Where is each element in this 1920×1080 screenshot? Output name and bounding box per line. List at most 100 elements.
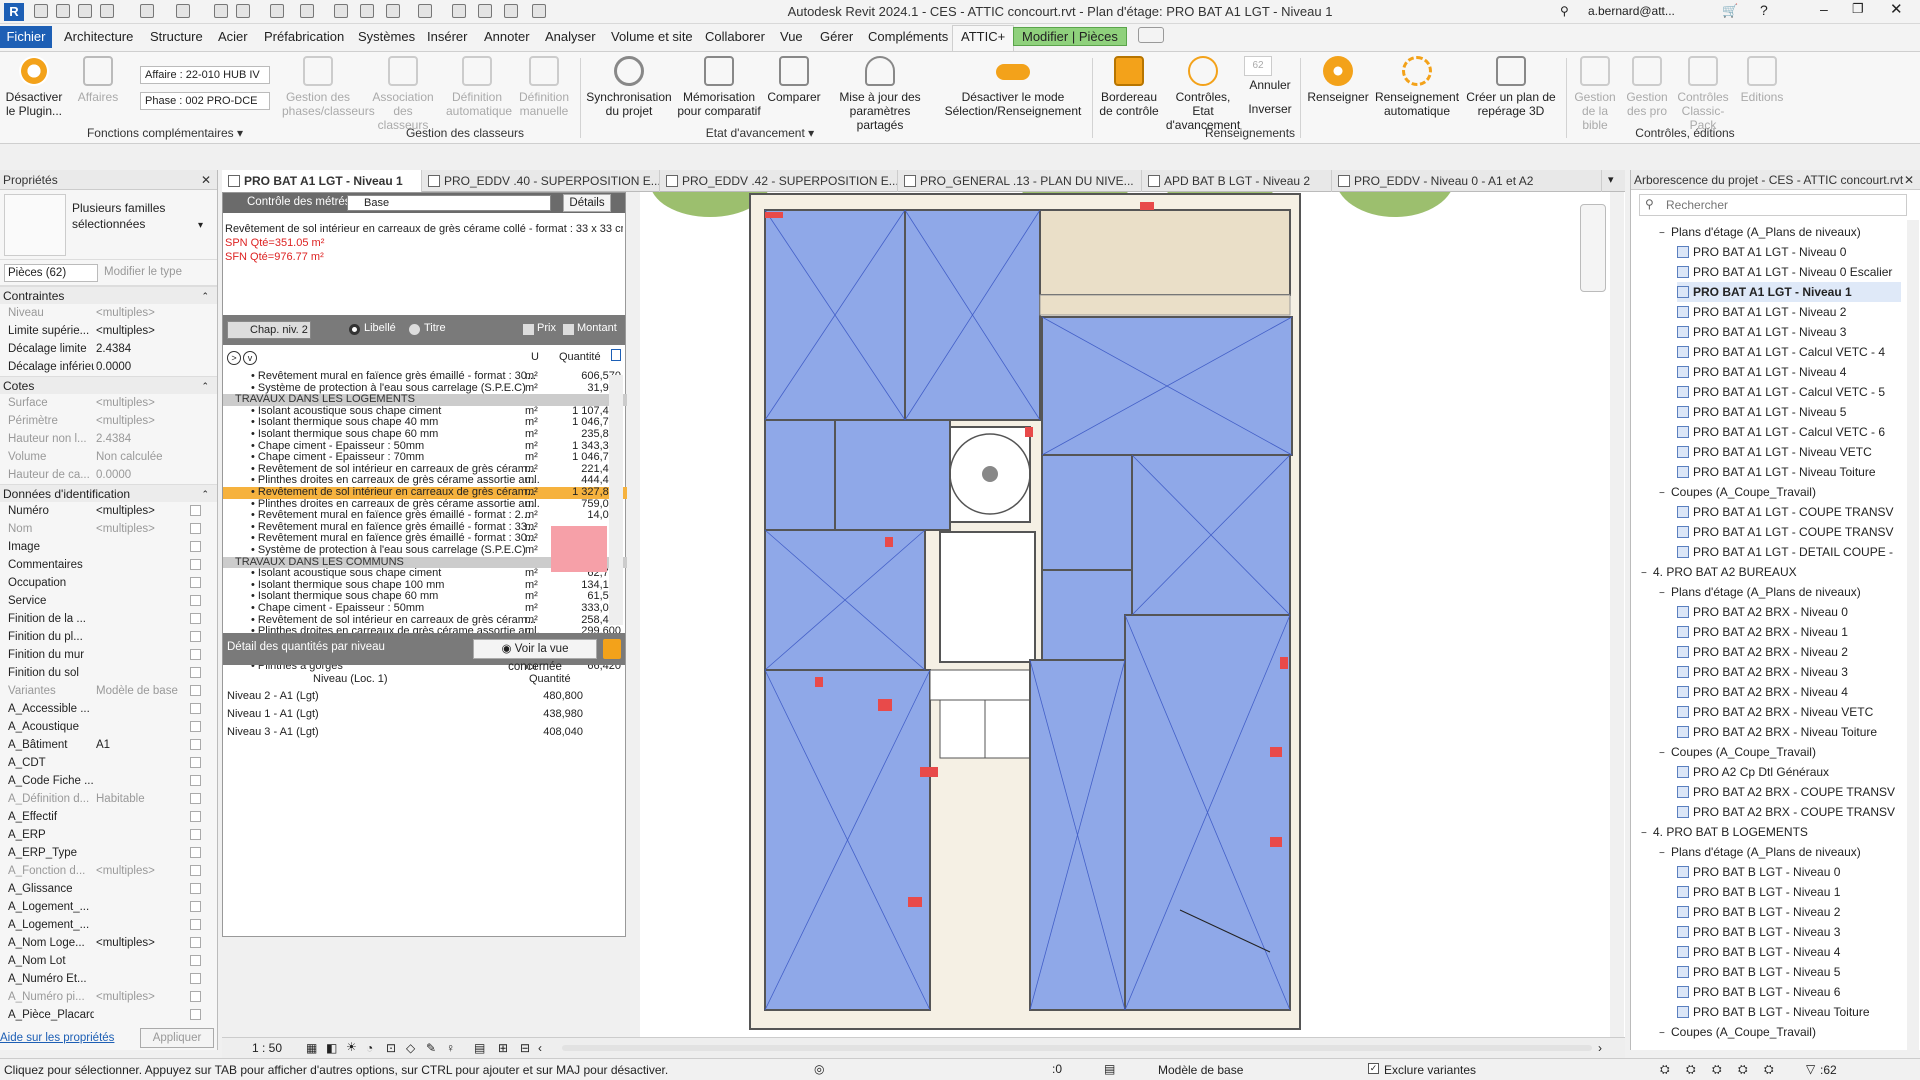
worksets-icon[interactable]: ◎ xyxy=(814,1062,824,1076)
property-row[interactable]: A_ERP_Type xyxy=(0,844,217,862)
property-checkbox[interactable] xyxy=(190,595,201,606)
table-row[interactable]: • Revêtement de sol intérieur en carreau… xyxy=(223,614,627,627)
property-checkbox[interactable] xyxy=(190,685,201,696)
property-value[interactable]: <multiples> xyxy=(96,934,186,952)
help-link[interactable]: Aide sur les propriétés xyxy=(0,1032,114,1044)
tab-prefabrication[interactable]: Préfabrication xyxy=(264,29,344,44)
help-icon[interactable]: ? xyxy=(1760,2,1768,18)
hide-icon[interactable]: ◇ xyxy=(406,1041,415,1055)
affaire-field[interactable]: Affaire : 22-010 HUB IV xyxy=(140,66,270,84)
tree-item[interactable]: PRO BAT B LGT - Niveau 6 xyxy=(1677,982,1901,1002)
table-row[interactable]: • Plinthes droites en carreaux de grès c… xyxy=(223,498,627,511)
tree-item[interactable]: PRO BAT B LGT - Niveau 1 xyxy=(1677,882,1901,902)
user-name[interactable]: a.bernard@att... xyxy=(1588,4,1675,18)
room[interactable] xyxy=(1041,454,1133,571)
tree-item[interactable]: PRO BAT A1 LGT - Calcul VETC - 6 xyxy=(1677,422,1901,442)
property-section[interactable]: Données d'identification ⌃ xyxy=(0,484,217,502)
property-value[interactable]: <multiples> xyxy=(96,412,186,430)
property-value[interactable]: 2.4384 xyxy=(96,430,186,448)
tree-item[interactable]: PRO BAT B LGT - Niveau 3 xyxy=(1677,922,1901,942)
renseignement-auto-button[interactable]: Renseignement automatique xyxy=(1372,56,1462,118)
tab-volume-site[interactable]: Volume et site xyxy=(611,29,693,44)
table-row[interactable]: • Revêtement de sol intérieur en carreau… xyxy=(223,463,627,476)
annuler-button[interactable]: Annuler xyxy=(1246,78,1294,92)
property-row[interactable]: Variantes Modèle de base xyxy=(0,682,217,700)
cart-icon[interactable]: 🛒 xyxy=(1722,3,1738,19)
scale-selector[interactable]: 1 : 50 xyxy=(252,1041,282,1055)
chevron-down-icon[interactable]: ▾ xyxy=(198,220,203,231)
property-row[interactable]: Volume Non calculée xyxy=(0,448,217,466)
close-button[interactable]: ✕ xyxy=(1890,0,1903,18)
table-row[interactable]: • Chape ciment - Épaisseur : 70mm m² 1 046… xyxy=(223,452,627,464)
property-section[interactable]: Cotes ⌃ xyxy=(0,376,217,394)
property-row[interactable]: Périmètre <multiples> xyxy=(0,412,217,430)
property-checkbox[interactable] xyxy=(190,739,201,750)
doc-tab-1[interactable]: PRO_EDDV .40 - SUPERPOSITION E... xyxy=(422,170,660,192)
property-row[interactable]: A_Code Fiche ... xyxy=(0,772,217,790)
property-checkbox[interactable] xyxy=(190,577,201,588)
table-row[interactable]: • Revêtement mural en faïence grès émail… xyxy=(223,370,627,383)
desactiver-plugin-button[interactable]: Désactiver le Plugin... xyxy=(4,56,64,118)
tree-item[interactable]: PRO BAT A2 BRX - Niveau Toiture xyxy=(1677,722,1901,742)
collapse-icon[interactable]: ⌃ xyxy=(201,377,209,395)
property-checkbox[interactable] xyxy=(190,811,201,822)
tabs-menu-icon[interactable]: ▾ xyxy=(1608,173,1614,186)
property-checkbox[interactable] xyxy=(190,541,201,552)
temp-hide-icon[interactable]: ✎ xyxy=(426,1041,436,1055)
floor-plan[interactable] xyxy=(640,192,1625,1037)
export-icon[interactable] xyxy=(611,349,621,361)
property-value[interactable]: A1 xyxy=(96,736,186,754)
property-checkbox[interactable] xyxy=(190,883,201,894)
table-row[interactable]: • Plinthes droites en carreaux de grès c… xyxy=(223,475,627,487)
editions-button[interactable]: Editions xyxy=(1734,56,1790,104)
browser-search[interactable]: ⚲ xyxy=(1639,194,1907,216)
tree-item[interactable]: PRO BAT A2 BRX - Niveau 4 xyxy=(1677,682,1901,702)
property-value[interactable]: 0.0000 xyxy=(96,358,186,376)
tab-acier[interactable]: Acier xyxy=(218,29,248,44)
property-row[interactable]: Occupation xyxy=(0,574,217,592)
sheet-icon[interactable] xyxy=(236,4,250,18)
property-row[interactable]: A_ERP xyxy=(0,826,217,844)
property-checkbox[interactable] xyxy=(190,523,201,534)
collapse-icon[interactable]: − xyxy=(1659,1024,1671,1044)
minimize-button[interactable]: – xyxy=(1820,1,1828,17)
property-row[interactable]: Commentaires xyxy=(0,556,217,574)
property-value[interactable]: <multiples> xyxy=(96,502,186,520)
control-select[interactable]: Base xyxy=(347,195,551,211)
tag-icon[interactable] xyxy=(334,4,348,18)
gestion-pro-button[interactable]: Gestion des pro xyxy=(1622,56,1672,118)
tree-item[interactable]: PRO BAT A2 BRX - Niveau 3 xyxy=(1677,662,1901,682)
collapse-icon[interactable]: − xyxy=(1641,564,1653,584)
tab-annoter[interactable]: Annoter xyxy=(484,29,530,44)
undo-icon[interactable] xyxy=(140,4,154,18)
tab-modifier-pieces[interactable]: Modifier | Pièces xyxy=(1013,27,1127,46)
table-row[interactable]: • Revêtement mural en faïence grès émail… xyxy=(223,510,627,522)
property-row[interactable]: Finition de la ... xyxy=(0,610,217,628)
property-checkbox[interactable] xyxy=(190,973,201,984)
text-a-icon[interactable] xyxy=(386,4,400,18)
tab-analyser[interactable]: Analyser xyxy=(545,29,596,44)
property-value[interactable]: <multiples> xyxy=(96,322,186,340)
doc-tab-0[interactable]: PRO BAT A1 LGT - Niveau 1 xyxy=(222,170,422,192)
property-row[interactable]: A_Acoustique xyxy=(0,718,217,736)
property-row[interactable]: Hauteur de ca... 0.0000 xyxy=(0,466,217,484)
tree-item[interactable]: PRO BAT A1 LGT - Niveau 5 xyxy=(1677,402,1901,422)
scrollbar[interactable] xyxy=(609,375,623,625)
tree-item[interactable]: PRO BAT A1 LGT - Niveau 0 Escalier xyxy=(1677,262,1901,282)
property-row[interactable]: Surface <multiples> xyxy=(0,394,217,412)
tree-item[interactable]: PRO BAT A2 BRX - Niveau 0 xyxy=(1677,602,1901,622)
property-row[interactable]: Finition du mur xyxy=(0,646,217,664)
group-fonctions-complementaires[interactable]: Fonctions complémentaires ▾ xyxy=(40,126,290,140)
scroll-right-icon[interactable]: › xyxy=(1598,1041,1602,1055)
collapse-icon[interactable]: − xyxy=(1659,744,1671,764)
tree-item[interactable]: PRO BAT A1 LGT - Niveau 2 xyxy=(1677,302,1901,322)
comparer-button[interactable]: Comparer xyxy=(764,56,824,104)
level-row[interactable]: Niveau 1 - A1 (Lgt) 438,980 xyxy=(223,707,627,721)
select-underlay-icon[interactable]: ⛭ xyxy=(1686,1062,1696,1077)
search-input[interactable] xyxy=(1666,197,1896,213)
property-row[interactable]: A_Effectif xyxy=(0,808,217,826)
collapse-icon[interactable]: ⌃ xyxy=(201,485,209,503)
view-toggle-icon[interactable] xyxy=(1138,27,1164,43)
property-row[interactable]: A_Nom Loge... <multiples> xyxy=(0,934,217,952)
controles-classic-button[interactable]: Contrôles Classic-Pack xyxy=(1674,56,1732,132)
